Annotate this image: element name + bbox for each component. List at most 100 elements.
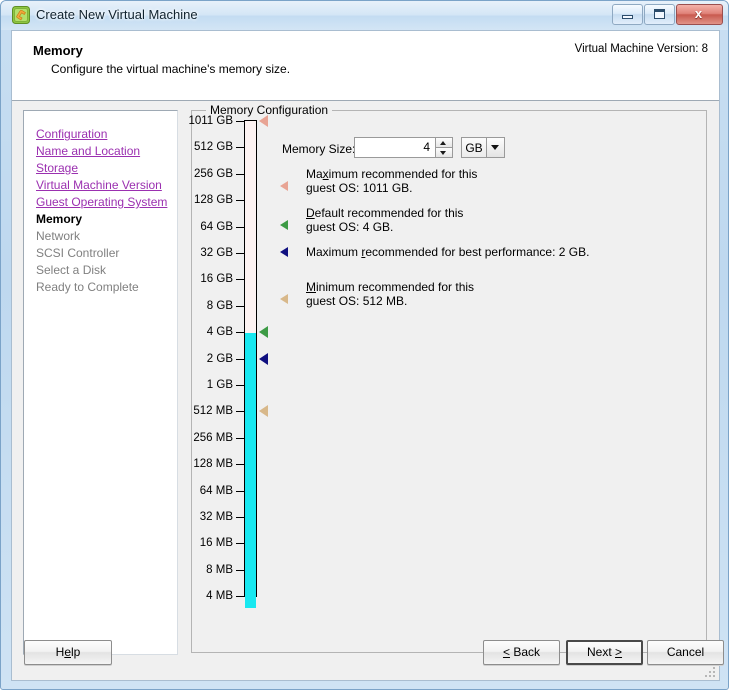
sidebar-item-label: Guest Operating System: [36, 195, 168, 209]
slider-tick: [236, 517, 245, 518]
slider-tick: [236, 543, 245, 545]
help-button[interactable]: Help: [24, 640, 112, 665]
slider-tick-label: 8 MB: [206, 563, 233, 576]
minimize-icon: [622, 15, 633, 19]
sidebar-item-name-and-location[interactable]: Name and Location: [36, 143, 177, 159]
sidebar-item-label: Select a Disk: [36, 263, 107, 277]
slider-tick: [236, 411, 245, 413]
cancel-button[interactable]: Cancel: [647, 640, 724, 665]
slider-tick: [236, 490, 245, 492]
slider-tick-label: 32 GB: [200, 247, 233, 259]
best-performance-recommendation-line1: Maximum recommended for best performance…: [306, 245, 590, 259]
slider-tick: [236, 226, 245, 228]
sidebar-item-ready-to-complete: Ready to Complete: [36, 279, 177, 295]
memory-size-slider[interactable]: 1011 GB 512 GB 256 GB 128 GB 64 GB 32 GB 16 GB…: [184, 110, 279, 653]
maximum-recommendation: Maximum recommended for this guest OS: 10…: [280, 167, 477, 195]
page-subtitle: Configure the virtual machine's memory s…: [51, 62, 291, 76]
slider-tick-label: 32 MB: [199, 511, 233, 523]
title-bar[interactable]: Create New Virtual Machine x: [1, 1, 728, 30]
memory-size-value[interactable]: 4: [355, 138, 435, 157]
memory-unit-value: GB: [465, 140, 483, 155]
vmware-vm-icon: [12, 6, 30, 24]
maximum-recommended-marker[interactable]: [259, 115, 268, 127]
close-button[interactable]: x: [676, 4, 723, 25]
default-recommended-marker[interactable]: [259, 326, 268, 339]
slider-tick-label: 128 MB: [193, 458, 233, 471]
maximum-recommendation-marker-icon: [280, 181, 288, 191]
maximize-button[interactable]: [644, 4, 675, 25]
slider-tick-label: 1011 GB: [188, 115, 233, 127]
maximize-icon: [654, 9, 665, 19]
minimum-recommendation: Minimum recommended for this guest OS: 51…: [280, 280, 474, 308]
sidebar-item-label: Storage: [36, 161, 79, 175]
window-controls: x: [611, 4, 723, 25]
main-panel: Memory Configuration 1011 GB 512 GB 256 GB…: [184, 103, 708, 655]
sidebar-item-label: Name and Location: [36, 144, 141, 158]
sidebar-item-memory: Memory: [36, 211, 177, 227]
slider-tick: [236, 569, 245, 571]
memory-unit-select[interactable]: GB: [461, 137, 505, 158]
minimum-recommendation-line1: Minimum recommended for this: [306, 280, 475, 294]
sidebar-item-label: Virtual Machine Version: [36, 178, 162, 192]
sidebar-item-configuration[interactable]: Configuration: [36, 126, 177, 142]
slider-tick: [236, 437, 245, 439]
sidebar-item-label: SCSI Controller: [36, 246, 120, 260]
sidebar-item-network: Network: [36, 228, 177, 244]
close-icon: x: [694, 6, 703, 21]
default-recommendation-line2: guest OS: 4 GB.: [306, 220, 394, 234]
minimum-recommended-marker[interactable]: [259, 405, 268, 418]
stepper-up-button[interactable]: [436, 138, 452, 148]
slider-tick-label: 2 GB: [206, 352, 233, 365]
footer-bar: Help < Back Next > Cancel: [12, 631, 724, 680]
slider-tick: [236, 358, 245, 360]
minimum-recommendation-marker-icon: [280, 294, 288, 304]
next-button[interactable]: Next >: [566, 640, 643, 665]
slider-tick: [236, 332, 245, 334]
default-recommendation: Default recommended for this guest OS: 4 …: [280, 206, 463, 234]
minimize-button[interactable]: [612, 4, 643, 25]
create-vm-window: Create New Virtual Machine x Memory Conf…: [0, 0, 729, 690]
memory-size-label: Memory Size:: [282, 142, 356, 156]
slider-tick: [236, 596, 245, 598]
stepper-down-button[interactable]: [436, 148, 452, 157]
sidebar-item-scsi-controller: SCSI Controller: [36, 245, 177, 261]
maximum-recommendation-line1: Maximum recommended for this: [306, 167, 478, 181]
slider-tick: [236, 173, 245, 175]
sidebar-item-storage[interactable]: Storage: [36, 160, 177, 176]
slider-tick: [236, 200, 245, 202]
memory-size-input[interactable]: 4: [354, 137, 453, 158]
best-performance-recommendation-marker-icon: [280, 247, 288, 257]
slider-tick-label: 256 MB: [193, 431, 233, 444]
slider-tick: [236, 305, 245, 307]
best-performance-recommendation: Maximum recommended for best performance…: [280, 245, 589, 259]
slider-tick: [236, 385, 245, 386]
chevron-down-icon[interactable]: [486, 138, 504, 157]
best-performance-marker[interactable]: [259, 352, 268, 365]
sidebar-item-select-a-disk: Select a Disk: [36, 262, 177, 278]
slider-tick: [236, 464, 245, 466]
minimum-recommendation-line2: guest OS: 512 MB.: [306, 294, 408, 308]
slider-tick-label: 512 GB: [194, 141, 233, 154]
sidebar-item-label: Configuration: [36, 127, 108, 141]
slider-tick-label: 16 MB: [199, 537, 233, 550]
sidebar-item-label: Network: [36, 229, 81, 243]
slider-tick-label: 4 MB: [206, 590, 233, 603]
slider-tick-label: 1 GB: [206, 379, 233, 391]
slider-tick-label: 4 GB: [206, 326, 233, 339]
sidebar-item-virtual-machine-version[interactable]: Virtual Machine Version: [36, 177, 177, 193]
slider-tick-label: 256 GB: [194, 167, 233, 180]
slider-fill: [245, 333, 256, 609]
sidebar-item-guest-operating-system[interactable]: Guest Operating System: [36, 194, 177, 210]
slider-track[interactable]: [244, 120, 257, 609]
slider-tick: [236, 279, 245, 281]
slider-tick: [236, 147, 245, 149]
back-button[interactable]: < Back: [483, 640, 560, 665]
client-area: Memory Configure the virtual machine's m…: [11, 30, 724, 681]
memory-size-stepper: [435, 138, 452, 157]
sidebar-item-label: Ready to Complete: [36, 280, 139, 294]
slider-tick-label: 128 GB: [194, 194, 233, 207]
vm-version-label: Virtual Machine Version: 8: [574, 43, 708, 55]
resize-grip[interactable]: [704, 666, 716, 678]
page-title: Memory: [33, 43, 83, 58]
page-header: Memory Configure the virtual machine's m…: [12, 31, 719, 101]
